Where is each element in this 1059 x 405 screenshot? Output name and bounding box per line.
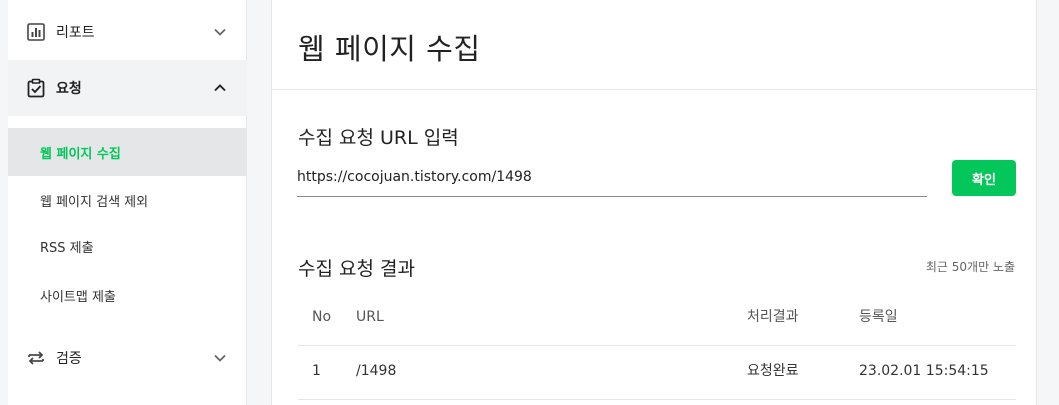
swap-arrows-icon [28, 351, 44, 365]
input-section-title: 수집 요청 URL 입력 [298, 127, 459, 149]
row-url: /1498 [356, 363, 397, 379]
sidebar-item-sitemap-submit[interactable]: 사이트맵 제출 [8, 271, 247, 319]
chevron-down-icon [214, 354, 226, 362]
title-divider [272, 89, 1038, 90]
sidebar-item-web-page-exclude[interactable]: 웹 페이지 검색 제외 [8, 176, 247, 224]
chevron-up-icon [214, 84, 226, 92]
url-input[interactable] [297, 164, 927, 197]
page-title: 웹 페이지 수집 [298, 32, 481, 66]
column-header-status: 처리결과 [747, 309, 799, 325]
row-status: 요청완료 [747, 363, 799, 379]
table-header: No URL 처리결과 등록일 [298, 292, 1016, 346]
column-header-url: URL [356, 309, 384, 325]
column-header-date: 등록일 [859, 309, 898, 325]
confirm-button[interactable]: 확인 [952, 160, 1016, 196]
menu-request-label: 요청 [56, 81, 82, 97]
row-no: 1 [312, 363, 321, 379]
bar-chart-icon [27, 23, 45, 41]
result-note: 최근 50개만 노출 [925, 260, 1015, 274]
menu-report[interactable]: 리포트 [8, 8, 247, 56]
menu-report-label: 리포트 [56, 25, 95, 41]
menu-verify-label: 검증 [56, 351, 82, 367]
sidebar: 리포트 요청 웹 페이지 수집 웹 페이지 검색 제외 RSS 제출 사이트맵 … [8, 0, 247, 405]
row-date: 23.02.01 15:54:15 [859, 363, 989, 379]
column-header-no: No [312, 309, 332, 325]
result-section-title: 수집 요청 결과 [298, 258, 415, 280]
main-panel: 웹 페이지 수집 수집 요청 URL 입력 확인 수집 요청 결과 최근 50개… [271, 0, 1038, 405]
menu-request[interactable]: 요청 [8, 60, 247, 116]
clipboard-check-icon [27, 78, 45, 98]
sidebar-item-web-page-collect[interactable]: 웹 페이지 수집 [8, 128, 247, 176]
table-row: 1 /1498 요청완료 23.02.01 15:54:15 [298, 346, 1016, 400]
sidebar-item-rss-submit[interactable]: RSS 제출 [8, 222, 247, 270]
chevron-down-icon [214, 28, 226, 36]
menu-verify[interactable]: 검증 [8, 334, 247, 382]
